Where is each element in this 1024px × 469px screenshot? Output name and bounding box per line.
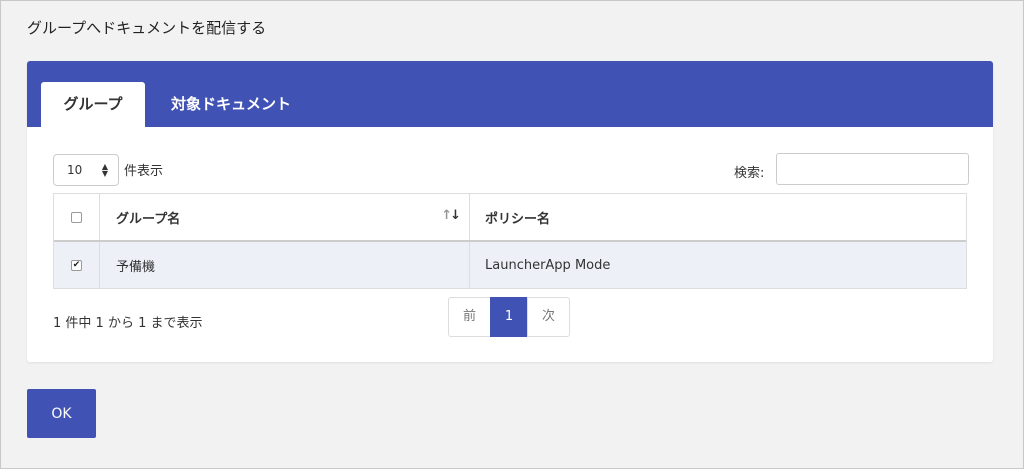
pagination: 前 1 次 bbox=[448, 297, 570, 337]
table-row[interactable]: ✔ 予備機 LauncherApp Mode bbox=[54, 242, 966, 288]
prev-page-button[interactable]: 前 bbox=[448, 297, 491, 337]
search-label: 検索: bbox=[734, 166, 765, 181]
header-group-name-label: グループ名 bbox=[116, 211, 181, 227]
page-1-button[interactable]: 1 bbox=[490, 297, 528, 337]
next-page-button[interactable]: 次 bbox=[527, 297, 570, 337]
dialog-frame: グループへドキュメントを配信する グループ 対象ドキュメント 10 ▲ ▼ 件表示… bbox=[0, 0, 1024, 469]
table-info: 1 件中 1 から 1 まで表示 bbox=[53, 316, 203, 331]
select-arrows-glyph: ▲ ▼ bbox=[101, 161, 108, 178]
header-policy-name[interactable]: ポリシー名 bbox=[470, 194, 966, 240]
search-input[interactable] bbox=[776, 153, 969, 185]
tab-group[interactable]: グループ bbox=[41, 82, 145, 127]
sort-icon[interactable]: ↑↓ bbox=[441, 208, 461, 223]
dialog-title: グループへドキュメントを配信する bbox=[27, 19, 267, 37]
select-arrows-icon: ▲ ▼ bbox=[102, 155, 108, 185]
header-policy-name-label: ポリシー名 bbox=[485, 211, 551, 227]
header-group-name[interactable]: グループ名 ↑↓ bbox=[100, 194, 470, 240]
table-header-row: グループ名 ↑↓ ポリシー名 bbox=[54, 194, 966, 242]
row-checkbox[interactable]: ✔ bbox=[71, 259, 82, 271]
page-length-label: 件表示 bbox=[124, 164, 164, 179]
select-all-checkbox[interactable] bbox=[71, 211, 82, 223]
content-card: グループ 対象ドキュメント 10 ▲ ▼ 件表示 検索: グループ名 ↑↓ ポリシ… bbox=[27, 61, 993, 362]
row-policy-name: LauncherApp Mode bbox=[485, 257, 611, 273]
header-checkbox-cell bbox=[54, 194, 100, 240]
page-length-value: 10 bbox=[67, 163, 83, 177]
row-group-name: 予備機 bbox=[100, 242, 470, 288]
page-length-select[interactable]: 10 ▲ ▼ bbox=[53, 154, 119, 186]
tab-bar: グループ 対象ドキュメント bbox=[27, 61, 993, 127]
row-checkbox-cell: ✔ bbox=[54, 242, 100, 288]
ok-button[interactable]: OK bbox=[27, 389, 96, 438]
tab-target-documents[interactable]: 対象ドキュメント bbox=[151, 82, 311, 127]
group-table: グループ名 ↑↓ ポリシー名 ✔ 予備機 LauncherApp Mode bbox=[53, 193, 967, 289]
